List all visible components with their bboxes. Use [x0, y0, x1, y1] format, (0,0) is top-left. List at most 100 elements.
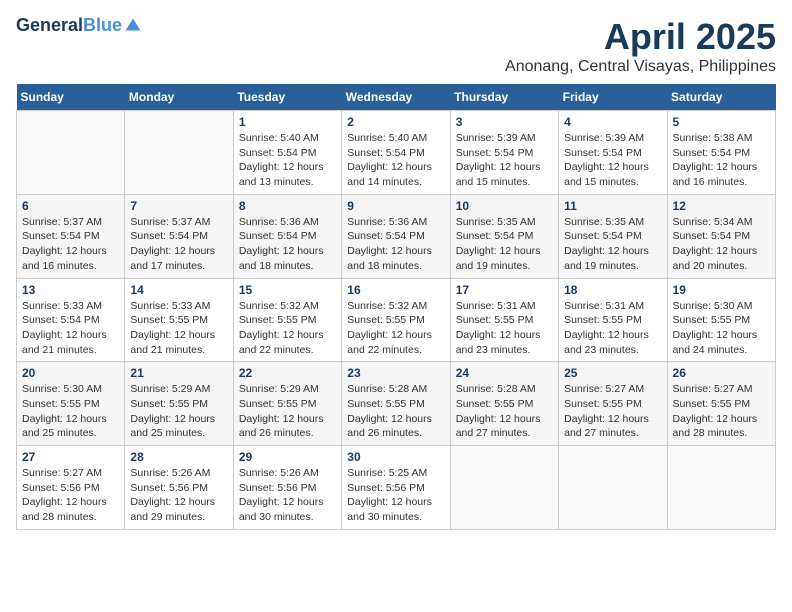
calendar: SundayMondayTuesdayWednesdayThursdayFrid… [16, 84, 776, 530]
day-cell [125, 111, 233, 195]
day-info: Sunrise: 5:34 AM Sunset: 5:54 PM Dayligh… [673, 215, 770, 274]
day-number: 14 [130, 283, 227, 297]
day-info: Sunrise: 5:40 AM Sunset: 5:54 PM Dayligh… [239, 131, 336, 190]
day-number: 25 [564, 366, 661, 380]
day-cell: 28Sunrise: 5:26 AM Sunset: 5:56 PM Dayli… [125, 446, 233, 530]
day-info: Sunrise: 5:27 AM Sunset: 5:56 PM Dayligh… [22, 466, 119, 525]
day-cell: 11 Sunrise: 5:35 AM Sunset: 5:54 PM Dayli… [559, 194, 667, 278]
weekday-header-monday: Monday [125, 84, 233, 111]
day-info: Sunrise: 5:27 AM Sunset: 5:55 PM Dayligh… [564, 382, 661, 441]
day-cell: 20Sunrise: 5:30 AM Sunset: 5:55 PM Dayli… [17, 362, 125, 446]
day-number: 16 [347, 283, 444, 297]
weekday-header-wednesday: Wednesday [342, 84, 450, 111]
day-number: 22 [239, 366, 336, 380]
day-number: 20 [22, 366, 119, 380]
day-cell [450, 446, 558, 530]
day-info: Sunrise: 5:31 AM Sunset: 5:55 PM Dayligh… [564, 299, 661, 358]
day-cell: 1 Sunrise: 5:40 AM Sunset: 5:54 PM Daylig… [233, 111, 341, 195]
day-info: Sunrise: 5:26 AM Sunset: 5:56 PM Dayligh… [130, 466, 227, 525]
day-number: 11 [564, 199, 661, 213]
day-number: 19 [673, 283, 770, 297]
day-number: 27 [22, 450, 119, 464]
day-cell: 24 Sunrise: 5:28 AM Sunset: 5:55 PM Dayli… [450, 362, 558, 446]
day-cell: 8 Sunrise: 5:36 AM Sunset: 5:54 PM Daylig… [233, 194, 341, 278]
day-cell: 3 Sunrise: 5:39 AM Sunset: 5:54 PM Daylig… [450, 111, 558, 195]
day-info: Sunrise: 5:29 AM Sunset: 5:55 PM Dayligh… [239, 382, 336, 441]
day-number: 5 [673, 115, 770, 129]
weekday-header-row: SundayMondayTuesdayWednesdayThursdayFrid… [17, 84, 776, 111]
weekday-header-sunday: Sunday [17, 84, 125, 111]
day-cell: 12 Sunrise: 5:34 AM Sunset: 5:54 PM Dayli… [667, 194, 775, 278]
day-cell: 21Sunrise: 5:29 AM Sunset: 5:55 PM Dayli… [125, 362, 233, 446]
day-number: 10 [456, 199, 553, 213]
day-number: 1 [239, 115, 336, 129]
day-cell [667, 446, 775, 530]
day-number: 2 [347, 115, 444, 129]
day-cell: 17 Sunrise: 5:31 AM Sunset: 5:55 PM Dayli… [450, 278, 558, 362]
day-cell: 18 Sunrise: 5:31 AM Sunset: 5:55 PM Dayli… [559, 278, 667, 362]
weekday-header-tuesday: Tuesday [233, 84, 341, 111]
day-info: Sunrise: 5:25 AM Sunset: 5:56 PM Dayligh… [347, 466, 444, 525]
day-cell: 30 Sunrise: 5:25 AM Sunset: 5:56 PM Dayli… [342, 446, 450, 530]
day-number: 21 [130, 366, 227, 380]
day-cell: 9 Sunrise: 5:36 AM Sunset: 5:54 PM Daylig… [342, 194, 450, 278]
day-number: 7 [130, 199, 227, 213]
day-cell: 4Sunrise: 5:39 AM Sunset: 5:54 PM Daylig… [559, 111, 667, 195]
day-number: 13 [22, 283, 119, 297]
day-cell: 29 Sunrise: 5:26 AM Sunset: 5:56 PM Dayli… [233, 446, 341, 530]
day-number: 29 [239, 450, 336, 464]
day-cell: 15 Sunrise: 5:32 AM Sunset: 5:55 PM Dayli… [233, 278, 341, 362]
day-number: 12 [673, 199, 770, 213]
day-number: 4 [564, 115, 661, 129]
day-info: Sunrise: 5:36 AM Sunset: 5:54 PM Dayligh… [239, 215, 336, 274]
day-cell: 10 Sunrise: 5:35 AM Sunset: 5:54 PM Dayli… [450, 194, 558, 278]
weekday-header-saturday: Saturday [667, 84, 775, 111]
day-number: 23 [347, 366, 444, 380]
day-number: 15 [239, 283, 336, 297]
day-info: Sunrise: 5:31 AM Sunset: 5:55 PM Dayligh… [456, 299, 553, 358]
day-info: Sunrise: 5:39 AM Sunset: 5:54 PM Dayligh… [456, 131, 553, 190]
weekday-header-thursday: Thursday [450, 84, 558, 111]
day-info: Sunrise: 5:33 AM Sunset: 5:55 PM Dayligh… [130, 299, 227, 358]
day-info: Sunrise: 5:32 AM Sunset: 5:55 PM Dayligh… [239, 299, 336, 358]
page-header: GeneralBlue April 2025 Anonang, Central … [16, 16, 776, 76]
day-number: 6 [22, 199, 119, 213]
day-cell: 2 Sunrise: 5:40 AM Sunset: 5:54 PM Daylig… [342, 111, 450, 195]
day-cell: 16 Sunrise: 5:32 AM Sunset: 5:55 PM Dayli… [342, 278, 450, 362]
day-info: Sunrise: 5:40 AM Sunset: 5:54 PM Dayligh… [347, 131, 444, 190]
day-number: 3 [456, 115, 553, 129]
day-number: 9 [347, 199, 444, 213]
title-block: April 2025 Anonang, Central Visayas, Phi… [505, 16, 776, 76]
logo-icon [124, 17, 142, 35]
day-cell: 19 Sunrise: 5:30 AM Sunset: 5:55 PM Dayli… [667, 278, 775, 362]
logo-text: GeneralBlue [16, 16, 122, 36]
day-info: Sunrise: 5:35 AM Sunset: 5:54 PM Dayligh… [456, 215, 553, 274]
day-cell [559, 446, 667, 530]
day-info: Sunrise: 5:27 AM Sunset: 5:55 PM Dayligh… [673, 382, 770, 441]
week-row-4: 20Sunrise: 5:30 AM Sunset: 5:55 PM Dayli… [17, 362, 776, 446]
location: Anonang, Central Visayas, Philippines [505, 58, 776, 76]
day-number: 18 [564, 283, 661, 297]
day-info: Sunrise: 5:28 AM Sunset: 5:55 PM Dayligh… [456, 382, 553, 441]
weekday-header-friday: Friday [559, 84, 667, 111]
day-info: Sunrise: 5:30 AM Sunset: 5:55 PM Dayligh… [673, 299, 770, 358]
day-cell: 26Sunrise: 5:27 AM Sunset: 5:55 PM Dayli… [667, 362, 775, 446]
day-info: Sunrise: 5:38 AM Sunset: 5:54 PM Dayligh… [673, 131, 770, 190]
week-row-1: 1 Sunrise: 5:40 AM Sunset: 5:54 PM Daylig… [17, 111, 776, 195]
day-cell: 23 Sunrise: 5:28 AM Sunset: 5:55 PM Dayli… [342, 362, 450, 446]
day-cell: 27 Sunrise: 5:27 AM Sunset: 5:56 PM Dayli… [17, 446, 125, 530]
day-info: Sunrise: 5:37 AM Sunset: 5:54 PM Dayligh… [22, 215, 119, 274]
day-number: 30 [347, 450, 444, 464]
day-number: 24 [456, 366, 553, 380]
day-info: Sunrise: 5:32 AM Sunset: 5:55 PM Dayligh… [347, 299, 444, 358]
day-number: 17 [456, 283, 553, 297]
day-cell: 13 Sunrise: 5:33 AM Sunset: 5:54 PM Dayli… [17, 278, 125, 362]
day-number: 8 [239, 199, 336, 213]
day-info: Sunrise: 5:28 AM Sunset: 5:55 PM Dayligh… [347, 382, 444, 441]
day-info: Sunrise: 5:35 AM Sunset: 5:54 PM Dayligh… [564, 215, 661, 274]
day-info: Sunrise: 5:26 AM Sunset: 5:56 PM Dayligh… [239, 466, 336, 525]
day-info: Sunrise: 5:36 AM Sunset: 5:54 PM Dayligh… [347, 215, 444, 274]
week-row-3: 13 Sunrise: 5:33 AM Sunset: 5:54 PM Dayli… [17, 278, 776, 362]
day-info: Sunrise: 5:33 AM Sunset: 5:54 PM Dayligh… [22, 299, 119, 358]
day-cell: 7Sunrise: 5:37 AM Sunset: 5:54 PM Daylig… [125, 194, 233, 278]
